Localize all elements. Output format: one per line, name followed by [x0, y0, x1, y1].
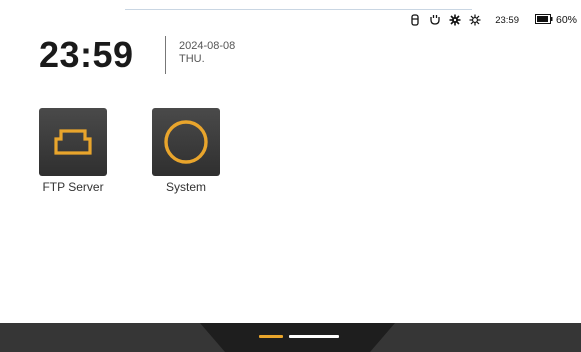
clock-divider: [165, 36, 166, 74]
status-time: 23:59: [495, 14, 519, 26]
page-dot-active[interactable]: [259, 335, 283, 338]
date-block: 2024-08-08 THU.: [179, 40, 235, 66]
status-bar: 23:59 60%: [409, 12, 577, 28]
page-indicator[interactable]: [259, 335, 339, 338]
app-system[interactable]: System: [141, 108, 231, 194]
clock-time: 23:59: [39, 34, 134, 75]
system-icon: [164, 120, 208, 164]
app-ftp-server[interactable]: FTP Server: [28, 108, 118, 194]
app-tile[interactable]: [39, 108, 107, 176]
battery-percentage: 60%: [555, 14, 577, 26]
top-divider-line: [125, 9, 472, 10]
ftp-server-icon: [54, 129, 92, 155]
battery-icon: [534, 13, 553, 27]
settings-icon: [449, 13, 461, 27]
page-dot[interactable]: [289, 335, 339, 338]
app-tile[interactable]: [152, 108, 220, 176]
weekday-text: THU.: [179, 53, 205, 65]
app-label: System: [165, 180, 206, 194]
app-label: FTP Server: [42, 180, 104, 194]
usb-icon: [409, 13, 421, 27]
brightness-icon: [469, 13, 481, 27]
power-plug-icon: [429, 13, 441, 27]
battery-indicator: 60%: [534, 13, 577, 27]
date-text: 2024-08-08: [179, 40, 236, 52]
